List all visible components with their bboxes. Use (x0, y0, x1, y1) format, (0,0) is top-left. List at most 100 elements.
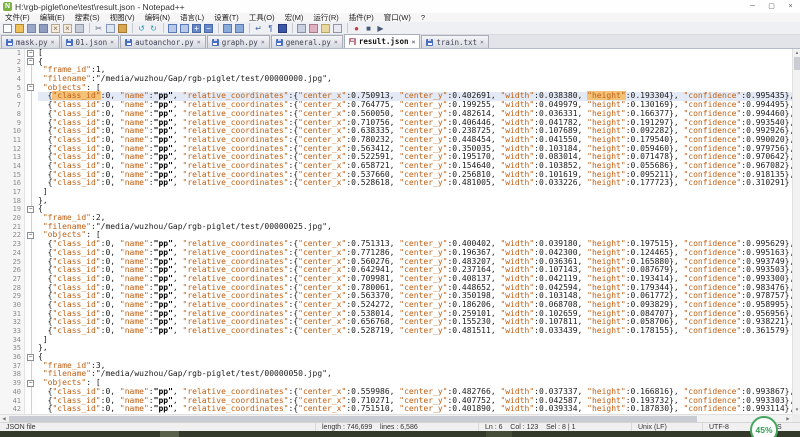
word-wrap-icon[interactable]: ↵ (253, 23, 264, 34)
paste-icon[interactable] (117, 23, 128, 34)
tab-close-icon[interactable]: × (261, 38, 265, 46)
tab-train.txt[interactable]: train.txt× (421, 35, 489, 48)
code-line-33[interactable]: 33 {"class_id":0, "name":"pp", "relative… (0, 327, 792, 336)
fold-guide (25, 214, 38, 223)
fold-collapse-icon[interactable]: − (25, 84, 38, 93)
sync-vertical-scroll-icon[interactable] (222, 23, 233, 34)
play-macro-icon[interactable]: ▶ (375, 23, 386, 34)
line-number: 27 (0, 275, 25, 284)
monitoring-icon[interactable] (332, 23, 343, 34)
zoom-out-icon[interactable]: − (203, 23, 214, 34)
code-line-17[interactable]: 17 ] (0, 188, 792, 197)
fold-collapse-icon[interactable]: − (25, 205, 38, 214)
code-line-1[interactable]: 1−[ (0, 49, 792, 58)
toolbar-separator (163, 23, 164, 33)
code-line-36[interactable]: 36−{ (0, 353, 792, 362)
code-editor[interactable]: 1−[2−{3 "frame_id":1,4 "filename":"/medi… (0, 49, 792, 414)
tab-result.json[interactable]: result.json× (344, 34, 421, 48)
tab-close-icon[interactable]: × (110, 38, 114, 46)
line-number: 15 (0, 171, 25, 180)
code-line-38[interactable]: 38 "filename":"/media/wuzhou/Gap/rgb-pig… (0, 370, 792, 379)
fold-collapse-icon[interactable]: − (25, 379, 38, 388)
vertical-scrollbar[interactable]: ▲ ▼ (792, 49, 800, 414)
close-button[interactable]: × (781, 0, 800, 13)
folder-as-workspace-icon[interactable] (320, 23, 331, 34)
record-macro-icon[interactable]: ● (351, 23, 362, 34)
fold-guide (25, 336, 38, 345)
find-icon[interactable] (167, 23, 178, 34)
line-number: 4 (0, 75, 25, 84)
new-file-icon[interactable] (2, 23, 13, 34)
fold-collapse-icon[interactable]: − (25, 353, 38, 362)
fold-guide (25, 258, 38, 267)
line-number: 40 (0, 388, 25, 397)
tab-close-icon[interactable]: × (334, 38, 338, 46)
menu-bar: 文件(F)编辑(E)搜索(S)视图(V)编码(N)语言(L)设置(T)工具(O)… (0, 13, 800, 22)
doc-map-icon[interactable] (296, 23, 307, 34)
fold-guide (25, 145, 38, 154)
fold-guide (25, 171, 38, 180)
indent-guide-icon[interactable] (277, 23, 288, 34)
replace-icon[interactable] (179, 23, 190, 34)
copy-icon[interactable] (105, 23, 116, 34)
code-line-18[interactable]: 18}, (0, 197, 792, 206)
fold-guide (25, 240, 38, 249)
menu-item-13[interactable]: ? (416, 13, 430, 22)
line-number: 39 (0, 379, 25, 388)
tab-autoanchor.py[interactable]: autoanchor.py× (120, 35, 206, 48)
code-line-2[interactable]: 2−{ (0, 58, 792, 67)
line-number: 36 (0, 353, 25, 362)
close-all-docs-icon[interactable]: × (62, 23, 73, 34)
close-doc-icon[interactable]: × (50, 23, 61, 34)
fold-collapse-icon[interactable]: − (25, 231, 38, 240)
tab-close-icon[interactable]: × (411, 38, 415, 46)
print-icon[interactable] (74, 23, 85, 34)
fold-collapse-icon[interactable]: − (25, 58, 38, 67)
tab-mask.py[interactable]: mask.py× (1, 35, 60, 48)
tab-label: mask.py (16, 38, 48, 47)
tab-close-icon[interactable]: × (480, 38, 484, 46)
tab-general.py[interactable]: general.py× (271, 35, 343, 48)
zoom-in-icon[interactable]: + (191, 23, 202, 34)
sync-horizontal-scroll-icon[interactable] (234, 23, 245, 34)
scroll-up-icon[interactable]: ▲ (793, 49, 800, 57)
code-line-21[interactable]: 21 "filename":"/media/wuzhou/Gap/rgb-pig… (0, 223, 792, 232)
scrollbar-corner (792, 414, 800, 422)
minimize-button[interactable]: ─ (743, 0, 762, 13)
window-controls: ─ ▢ × (743, 0, 800, 13)
toolbar-separator (132, 23, 133, 33)
code-line-42[interactable]: 42 {"class_id":0, "name":"pp", "relative… (0, 405, 792, 414)
stop-macro-icon[interactable]: ■ (363, 23, 374, 34)
line-number: 17 (0, 188, 25, 197)
vertical-scroll-thumb[interactable] (794, 57, 800, 70)
cut-icon[interactable]: ✂ (93, 23, 104, 34)
fold-guide (25, 388, 38, 397)
tab-graph.py[interactable]: graph.py× (207, 35, 270, 48)
code-line-34[interactable]: 34 ] (0, 336, 792, 345)
saved-file-icon (125, 39, 132, 46)
tab-01.json[interactable]: 01.json× (61, 35, 120, 48)
line-number: 18 (0, 197, 25, 206)
code-line-4[interactable]: 4 "filename":"/media/wuzhou/Gap/rgb-pigl… (0, 75, 792, 84)
show-all-chars-icon[interactable]: ¶ (265, 23, 276, 34)
recording-progress-badge: 45% (750, 416, 778, 437)
function-list-icon[interactable] (308, 23, 319, 34)
code-line-19[interactable]: 19−{ (0, 205, 792, 214)
saved-file-icon (276, 39, 283, 46)
code-line-35[interactable]: 35}, (0, 344, 792, 353)
save-all-icon[interactable] (38, 23, 49, 34)
maximize-button[interactable]: ▢ (762, 0, 781, 13)
save-icon[interactable] (26, 23, 37, 34)
redo-icon[interactable]: ↻ (148, 23, 159, 34)
fold-guide (25, 405, 38, 414)
fold-guide (25, 249, 38, 258)
scroll-down-icon[interactable]: ▼ (793, 406, 800, 414)
window-title: H:\rgb-piglet\one\test\result.json - Not… (15, 2, 185, 12)
fold-guide (25, 362, 38, 371)
open-folder-icon[interactable] (14, 23, 25, 34)
code-line-16[interactable]: 16 {"class_id":0, "name":"pp", "relative… (0, 179, 792, 188)
horizontal-scrollbar[interactable]: ◀ ▶ (0, 414, 792, 422)
tab-close-icon[interactable]: × (197, 38, 201, 46)
tab-close-icon[interactable]: × (51, 38, 55, 46)
undo-icon[interactable]: ↺ (136, 23, 147, 34)
